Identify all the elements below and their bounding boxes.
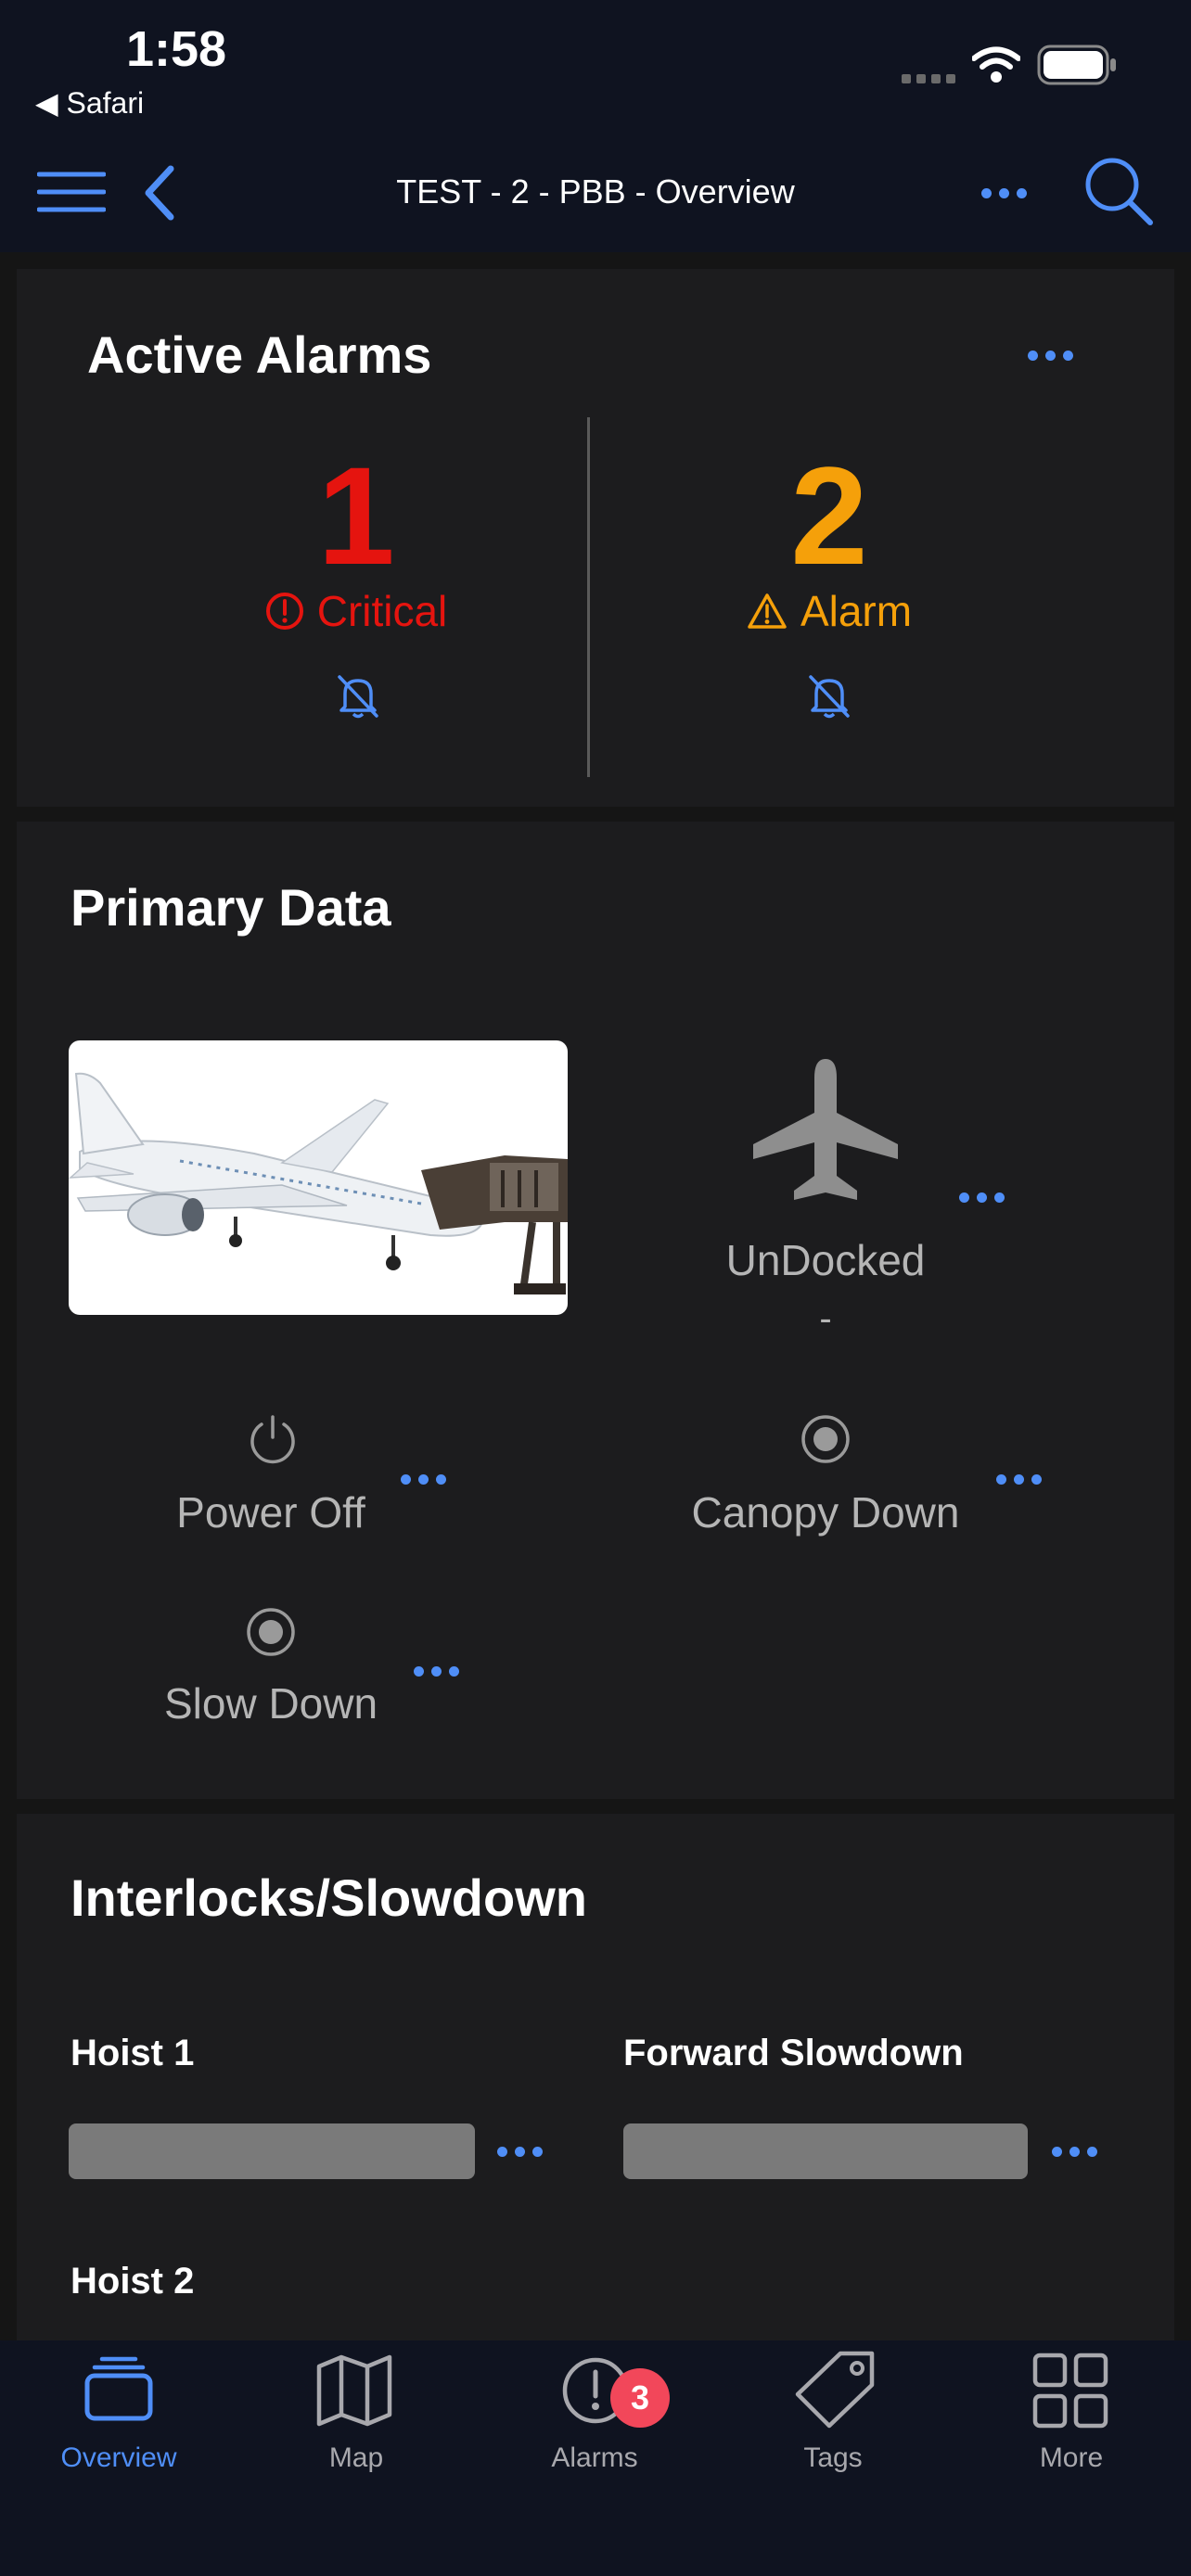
power-more-icon[interactable]	[401, 1474, 446, 1485]
more-options-icon[interactable]	[981, 188, 1027, 198]
alarm-label-row[interactable]: Alarm	[644, 586, 1015, 636]
tab-overview[interactable]: Overview	[26, 2442, 211, 2474]
power-status: Power Off	[176, 1488, 365, 1537]
cellular-signal-icon	[902, 74, 955, 83]
battery-icon	[1037, 45, 1116, 85]
tab-map[interactable]: Map	[263, 2442, 449, 2474]
hoist-2-label: Hoist 2	[70, 2261, 195, 2302]
alarm-bell-muted-icon[interactable]	[807, 673, 852, 720]
aircraft-bridge-image	[69, 1040, 568, 1315]
grid-icon[interactable]	[1031, 2352, 1109, 2429]
dock-sub-value: -	[819, 1298, 832, 1339]
critical-label: Critical	[316, 587, 448, 635]
critical-exclamation-icon	[265, 593, 303, 630]
canopy-status: Canopy Down	[691, 1488, 960, 1537]
search-icon[interactable]	[1083, 156, 1154, 226]
slowdown-more-icon[interactable]	[414, 1666, 459, 1677]
airplane-icon	[753, 1059, 898, 1200]
hoist-1-label: Hoist 1	[70, 2033, 195, 2073]
canopy-more-icon[interactable]	[996, 1474, 1042, 1485]
primary-data-title: Primary Data	[70, 878, 391, 937]
alarm-count[interactable]: 2	[644, 436, 1015, 596]
active-alarms-title: Active Alarms	[87, 325, 432, 384]
active-alarms-more-icon[interactable]	[1028, 351, 1073, 361]
tab-more[interactable]: More	[979, 2442, 1164, 2474]
dock-more-icon[interactable]	[959, 1192, 1005, 1203]
tab-alarms[interactable]: Alarms	[502, 2442, 687, 2474]
power-icon	[250, 1415, 295, 1464]
hoist-1-bar	[69, 2123, 475, 2179]
critical-label-row[interactable]: Critical	[171, 586, 542, 636]
dock-status: UnDocked	[725, 1236, 926, 1284]
interlocks-title: Interlocks/Slowdown	[70, 1868, 587, 1927]
forward-slowdown-bar	[623, 2123, 1028, 2179]
forward-slowdown-more-icon[interactable]	[1052, 2147, 1097, 2157]
alarms-divider	[587, 417, 590, 777]
back-to-safari-link[interactable]: ◀ Safari	[35, 85, 144, 121]
alarms-badge: 3	[610, 2368, 670, 2428]
hoist-1-more-icon[interactable]	[497, 2147, 543, 2157]
layers-icon[interactable]	[83, 2355, 154, 2422]
critical-count[interactable]: 1	[171, 436, 542, 596]
critical-bell-muted-icon[interactable]	[336, 673, 380, 720]
slowdown-radio-icon	[247, 1608, 295, 1656]
tab-tags[interactable]: Tags	[740, 2442, 926, 2474]
status-time: 1:58	[126, 21, 227, 77]
canopy-radio-icon	[801, 1415, 850, 1463]
map-icon[interactable]	[315, 2353, 393, 2428]
alarm-warning-triangle-icon	[748, 593, 787, 629]
alarm-label: Alarm	[800, 587, 913, 635]
tag-icon[interactable]	[792, 2350, 877, 2429]
wifi-icon	[972, 46, 1020, 83]
forward-slowdown-label: Forward Slowdown	[623, 2033, 964, 2073]
slowdown-status: Slow Down	[163, 1679, 378, 1728]
